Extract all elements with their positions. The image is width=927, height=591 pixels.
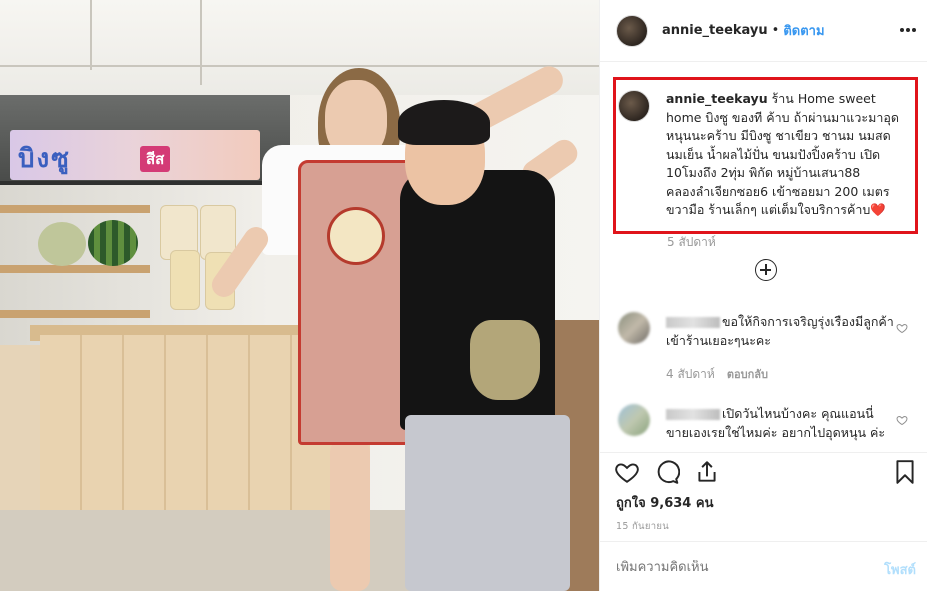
commenter-username[interactable] — [666, 317, 720, 328]
post-side-panel: annie_teekayu • ติดตาม annie_teekayu ร้า… — [599, 0, 927, 591]
plus-circle-icon[interactable] — [755, 259, 777, 281]
commenter-username[interactable] — [666, 409, 720, 420]
caption-body: ร้าน Home sweet home บิงซู ของที ค้าบ ถ้… — [666, 91, 899, 217]
share-icon[interactable] — [694, 459, 720, 485]
photo-lion-print — [470, 320, 540, 400]
photo-watermelon — [88, 220, 138, 266]
caption-avatar[interactable] — [618, 90, 650, 122]
post-date[interactable]: 15 กันยายน — [616, 519, 669, 534]
photo-beam — [200, 0, 202, 85]
add-comment-bar: โพสต์ — [600, 541, 927, 591]
post-photo[interactable]: บิงซู สีส — [0, 0, 599, 591]
comment-like-icon[interactable] — [896, 322, 908, 334]
photo-boy-shirt — [400, 170, 555, 430]
comments-list[interactable]: annie_teekayu ร้าน Home sweet home บิงซู… — [600, 62, 927, 452]
caption: annie_teekayu ร้าน Home sweet home บิงซู… — [618, 90, 918, 220]
post-button[interactable]: โพสต์ — [884, 559, 916, 580]
photo-sign-badge: สีส — [140, 146, 171, 172]
photo-shelf — [0, 310, 150, 318]
post-header: annie_teekayu • ติดตาม — [600, 0, 927, 62]
more-icon[interactable] — [900, 22, 916, 38]
comment-meta: 4 สัปดาห์ ตอบกลับ — [666, 365, 768, 384]
photo-jar — [170, 250, 200, 310]
separator-dot: • — [771, 23, 780, 38]
heart-emoji: ❤️ — [870, 202, 886, 217]
bookmark-icon[interactable] — [892, 459, 918, 485]
author-username[interactable]: annie_teekayu — [662, 23, 768, 38]
author-avatar[interactable] — [616, 14, 648, 47]
comment-text: ขอให้กิจการเจริญรุ่งเรืองมีลูกค้าเข้าร้า… — [666, 312, 894, 350]
comment-text: เปิดวันไหนบ้างคะ คุณแอนนี่ขายเองเรยใช่ไห… — [666, 404, 894, 442]
photo-sign-text: บิงซู — [18, 144, 71, 174]
caption-time[interactable]: 5 สัปดาห์ — [667, 233, 716, 252]
comment-like-icon[interactable] — [896, 414, 908, 426]
action-bar — [600, 452, 927, 488]
photo-apron-logo — [327, 207, 385, 265]
commenter-avatar[interactable] — [618, 404, 650, 436]
photo-melon — [38, 222, 86, 266]
photo-boy-shorts — [405, 415, 570, 591]
reply-button[interactable]: ตอบกลับ — [727, 368, 768, 381]
photo-beam — [90, 0, 92, 70]
comment-input[interactable] — [616, 560, 856, 575]
heart-icon[interactable] — [614, 459, 640, 485]
likes-count[interactable]: ถูกใจ 9,634 คน — [616, 492, 713, 513]
photo-shelf — [0, 265, 150, 273]
caption-text: annie_teekayu ร้าน Home sweet home บิงซู… — [666, 90, 906, 220]
comment-icon[interactable] — [654, 459, 680, 485]
commenter-avatar[interactable] — [618, 312, 650, 344]
photo-beam — [0, 65, 599, 67]
photo-woman-leg — [330, 440, 370, 591]
caption-username[interactable]: annie_teekayu — [666, 91, 768, 106]
photo-boy-hair — [398, 100, 490, 145]
follow-button[interactable]: ติดตาม — [783, 20, 824, 41]
comment-time[interactable]: 4 สัปดาห์ — [666, 367, 715, 381]
photo-shelf — [0, 205, 150, 213]
